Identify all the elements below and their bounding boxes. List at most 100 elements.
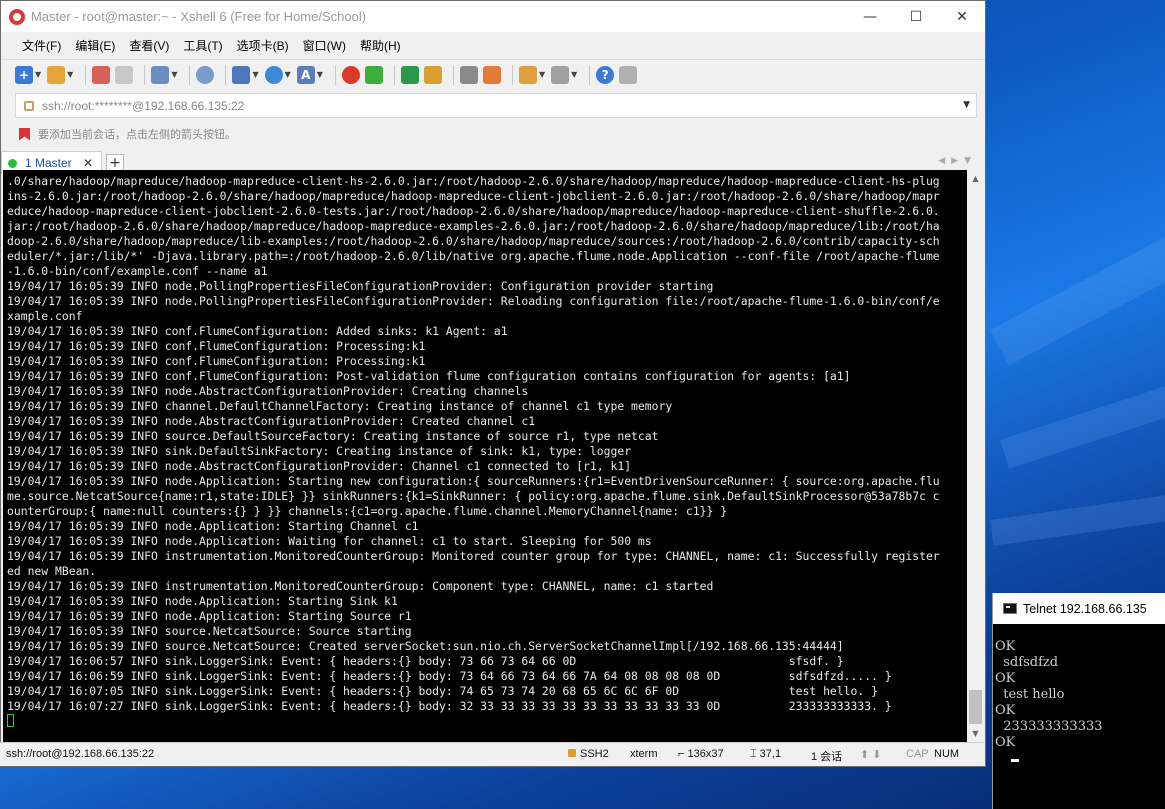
find-icon[interactable]	[196, 65, 215, 84]
toolbar-divider	[393, 64, 395, 85]
properties-icon[interactable]	[151, 65, 170, 84]
menu-edit[interactable]: 编辑(E)	[68, 37, 122, 54]
chevron-down-icon[interactable]: ▼	[539, 70, 545, 79]
scroll-down-icon[interactable]: ▼	[967, 725, 984, 742]
status-size: ⌐ 136x37	[678, 748, 724, 760]
cursor-icon: ⌶	[750, 748, 760, 760]
terminal-line: 19/04/17 16:05:39 INFO node.AbstractConf…	[7, 384, 529, 398]
highlight-icon[interactable]	[482, 65, 501, 84]
tab-close-icon[interactable]: ✕	[83, 156, 93, 170]
chevron-down-icon[interactable]: ▼	[285, 70, 291, 79]
toolbar-divider	[452, 64, 454, 85]
title-bar[interactable]: Master - root@master:~ - Xshell 6 (Free …	[1, 1, 985, 32]
new-session-icon[interactable]: +	[15, 65, 33, 84]
terminal-line: 19/04/17 16:05:39 INFO instrumentation.M…	[7, 549, 940, 563]
chevron-down-icon[interactable]: ▼	[35, 70, 41, 79]
desktop-light-ray	[990, 207, 1165, 366]
telnet-title-bar[interactable]: Telnet 192.168.66.135	[993, 593, 1165, 624]
menu-tools[interactable]: 工具(T)	[176, 37, 229, 54]
status-terminal-type: xterm	[630, 748, 658, 760]
terminal-line: 19/04/17 16:05:39 INFO node.AbstractConf…	[7, 459, 632, 473]
terminal-line: 19/04/17 16:05:39 INFO sink.DefaultSinkF…	[7, 444, 632, 458]
terminal-line: 19/04/17 16:05:39 INFO channel.DefaultCh…	[7, 399, 673, 413]
telnet-line: test hello	[995, 687, 1065, 702]
telnet-line: OK	[995, 735, 1016, 750]
terminal-line: -1.6.0-bin/conf/example.conf --name a1	[7, 264, 268, 278]
chevron-down-icon[interactable]: ▼	[67, 70, 73, 79]
disconnect-icon[interactable]	[115, 65, 134, 84]
help-icon[interactable]: ?	[596, 65, 615, 84]
telnet-title: Telnet 192.168.66.135	[1023, 601, 1147, 616]
minimize-button[interactable]: —	[847, 1, 893, 32]
maximize-button[interactable]: ☐	[893, 1, 939, 32]
terminal-line: 19/04/17 16:05:39 INFO node.Application:…	[7, 609, 412, 623]
terminal-line: 19/04/17 16:05:39 INFO conf.FlumeConfigu…	[7, 324, 508, 338]
scroll-thumb[interactable]	[969, 690, 982, 724]
console-icon	[1003, 603, 1017, 614]
terminal-line: me.source.NetcatSource{name:r1,state:IDL…	[7, 489, 940, 503]
fullscreen-icon[interactable]	[400, 65, 419, 84]
terminal-line: xample.conf	[7, 309, 83, 323]
close-button[interactable]: ✕	[939, 1, 985, 32]
lock-icon	[24, 100, 34, 111]
terminal-line: 19/04/17 16:05:39 INFO node.AbstractConf…	[7, 414, 536, 428]
terminal-prompt-line[interactable]	[7, 714, 967, 729]
xshell-app-icon[interactable]	[341, 65, 360, 84]
address-bar[interactable]: ssh://root:********@192.168.66.135:22 ▼	[15, 93, 977, 118]
terminal-scrollbar[interactable]: ▲ ▼	[967, 170, 984, 742]
lock-icon[interactable]	[423, 65, 442, 84]
status-protocol: SSH2	[568, 748, 609, 760]
terminal-line: 19/04/17 16:05:39 INFO conf.FlumeConfigu…	[7, 339, 426, 353]
telnet-output[interactable]: OK sdfsdfzd OK test hello OK 233333333333 O…	[993, 624, 1165, 767]
reconnect-icon[interactable]	[92, 65, 111, 84]
terminal-cursor	[7, 714, 14, 727]
terminal-line: 19/04/17 16:06:57 INFO sink.LoggerSink: …	[7, 654, 844, 668]
telnet-cursor	[1011, 759, 1019, 762]
open-folder-icon[interactable]	[47, 65, 66, 84]
chat-icon[interactable]	[619, 65, 638, 84]
toolbar-divider	[589, 64, 591, 85]
toolbar-divider	[334, 64, 336, 85]
menu-tabs[interactable]: 选项卡(B)	[230, 37, 296, 54]
layout-icon[interactable]	[232, 65, 251, 84]
menu-window[interactable]: 窗口(W)	[296, 37, 353, 54]
font-icon[interactable]: A	[296, 65, 315, 84]
status-cap: CAP	[906, 748, 929, 760]
status-connection: ssh://root@192.168.66.135:22	[6, 748, 155, 760]
terminal-line: 19/04/17 16:05:39 INFO node.PollingPrope…	[7, 294, 940, 308]
lock-icon	[568, 749, 576, 757]
menu-view[interactable]: 查看(V)	[122, 37, 176, 54]
toolbar-divider	[511, 64, 513, 85]
telnet-window: Telnet 192.168.66.135 OK sdfsdfzd OK test…	[992, 593, 1165, 809]
status-sessions: 1 会话	[811, 751, 843, 763]
status-bar: ssh://root@192.168.66.135:22 SSH2 xterm …	[0, 742, 984, 766]
keyboard-icon[interactable]	[459, 65, 478, 84]
chevron-down-icon[interactable]: ▼	[963, 100, 970, 110]
chevron-down-icon[interactable]: ▼	[571, 70, 577, 79]
chevron-down-icon[interactable]: ▼	[171, 70, 177, 79]
telnet-line: OK	[995, 671, 1016, 686]
address-value[interactable]: ssh://root:********@192.168.66.135:22	[42, 99, 244, 113]
session-nav-icon[interactable]: ⬆ ⬇	[860, 748, 882, 761]
terminal-output[interactable]: .0/share/hadoop/mapreduce/hadoop-mapredu…	[3, 170, 967, 742]
script-icon[interactable]	[518, 65, 537, 84]
chevron-down-icon[interactable]: ▼	[317, 70, 323, 79]
scroll-up-icon[interactable]: ▲	[967, 170, 984, 187]
menu-file[interactable]: 文件(F)	[15, 37, 68, 54]
status-num: NUM	[934, 748, 960, 760]
telnet-line: 233333333333	[995, 719, 1103, 734]
menu-bar: 文件(F) 编辑(E) 查看(V) 工具(T) 选项卡(B) 窗口(W) 帮助(…	[1, 32, 985, 59]
menu-help[interactable]: 帮助(H)	[353, 37, 408, 54]
tab-navigation-icon[interactable]: ◀▶▼	[938, 156, 977, 166]
xftp-icon[interactable]	[364, 65, 383, 84]
status-cursor-label: 37,1	[759, 748, 782, 760]
toolbar: + ▼ ▼ ▼ ▼ ▼ A ▼ ▼ ▼ ?	[1, 59, 985, 89]
terminal-line: 19/04/17 16:05:39 INFO node.Application:…	[7, 519, 419, 533]
chevron-down-icon[interactable]: ▼	[252, 70, 258, 79]
terminal-line: 19/04/17 16:05:39 INFO source.NetcatSour…	[7, 624, 412, 638]
toolbar-divider	[189, 64, 191, 85]
bookmark-arrow-icon[interactable]	[19, 127, 30, 141]
terminal-line: 19/04/17 16:05:39 INFO source.NetcatSour…	[7, 639, 844, 653]
tile-icon[interactable]	[551, 65, 570, 84]
globe-icon[interactable]	[264, 65, 283, 84]
